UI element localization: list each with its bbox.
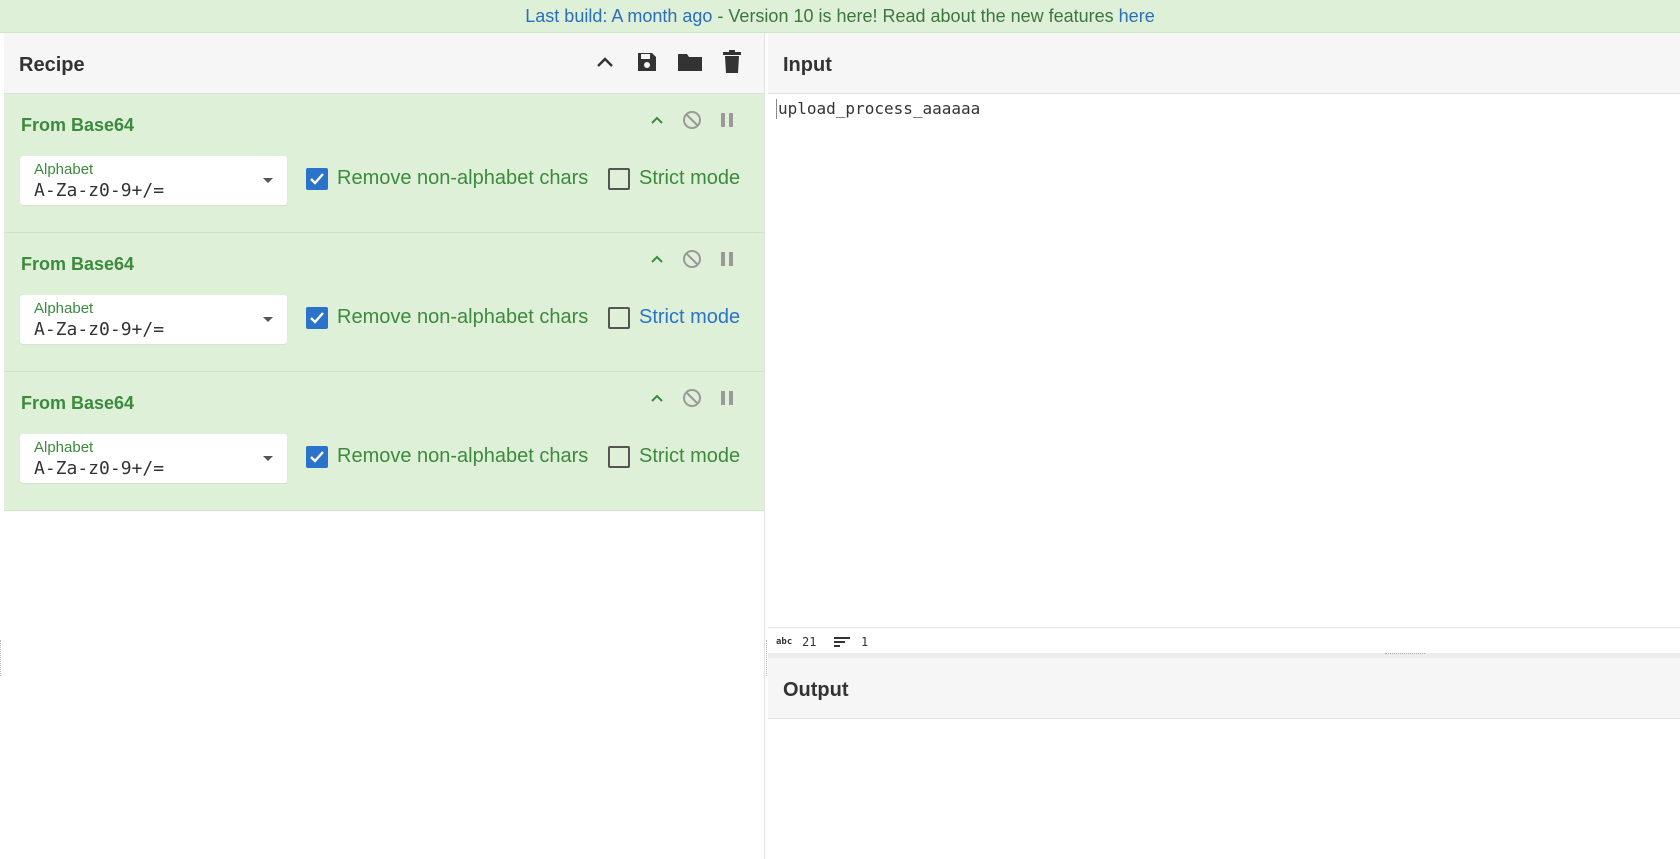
input-title: Input [783,54,832,76]
pause-icon [721,391,733,405]
disable-icon [683,250,701,268]
chevron-up-icon [651,255,663,263]
collapse-all-button[interactable] [590,47,620,77]
minimise-operation-button[interactable] [644,246,670,272]
disable-icon [683,389,701,407]
strict-mode-label[interactable]: Strict mode [639,306,740,329]
clear-recipe-button[interactable] [717,47,747,77]
alphabet-select[interactable]: Alphabet A-Za-z0-9+/= [20,434,287,483]
text-lines-icon [834,637,850,647]
strict-mode-label[interactable]: Strict mode [639,445,740,468]
folder-icon [678,54,702,71]
recipe-header: Recipe [4,33,764,94]
remove-non-alphabet-checkbox[interactable] [306,168,328,190]
save-icon [638,53,656,71]
remove-non-alphabet-label[interactable]: Remove non-alphabet chars [337,306,588,329]
check-icon [310,451,324,463]
breakpoint-button[interactable] [714,246,740,272]
output-header: Output [768,658,1680,719]
operation-title: From Base64 [21,254,135,274]
alphabet-select[interactable]: Alphabet A-Za-z0-9+/= [20,156,287,205]
operation-from-base64[interactable]: From Base64 Alphabet A-Za-z0-9+/= Remove… [4,233,764,372]
save-recipe-button[interactable] [632,47,662,77]
remove-non-alphabet-checkbox[interactable] [306,307,328,329]
input-header: Input [768,33,1680,94]
disable-operation-button[interactable] [679,385,705,411]
remove-non-alphabet-label[interactable]: Remove non-alphabet chars [337,445,588,468]
input-panel: Input upload_process_aaaaaa abc 21 1 [768,33,1680,656]
strict-mode-checkbox[interactable] [608,307,630,329]
check-icon [310,173,324,185]
output-title: Output [783,679,849,701]
chevron-up-icon [597,57,613,67]
caret-down-icon [263,456,273,461]
operation-title: From Base64 [21,393,135,413]
text-length-icon: abc [776,637,793,647]
alphabet-select[interactable]: Alphabet A-Za-z0-9+/= [20,295,287,344]
pause-icon [721,113,733,127]
alphabet-value: A-Za-z0-9+/= [34,180,165,201]
banner-text: - Version 10 is here! Read about the new… [712,6,1119,26]
strict-mode-checkbox[interactable] [608,446,630,468]
alphabet-value: A-Za-z0-9+/= [34,319,165,340]
input-status-bar: abc 21 1 [768,627,1680,656]
disable-operation-button[interactable] [679,246,705,272]
chevron-up-icon [651,116,663,124]
alphabet-label: Alphabet [34,161,94,178]
last-build-link[interactable]: Last build: A month ago [525,6,712,26]
breakpoint-button[interactable] [714,107,740,133]
remove-non-alphabet-label[interactable]: Remove non-alphabet chars [337,167,588,190]
output-panel: Output [768,658,1680,859]
alphabet-value: A-Za-z0-9+/= [34,458,165,479]
minimise-operation-button[interactable] [644,107,670,133]
minimise-operation-button[interactable] [644,385,670,411]
operation-title: From Base64 [21,115,135,135]
top-banner: Last build: A month ago - Version 10 is … [0,0,1680,33]
check-icon [310,312,324,324]
char-count: 21 [802,635,817,649]
recipe-title: Recipe [19,54,85,76]
caret-down-icon [263,317,273,322]
breakpoint-button[interactable] [714,385,740,411]
left-resize-handle[interactable] [0,640,3,676]
disable-icon [683,111,701,129]
strict-mode-checkbox[interactable] [608,168,630,190]
alphabet-label: Alphabet [34,439,94,456]
line-count: 1 [861,635,869,649]
input-textarea[interactable]: upload_process_aaaaaa [776,99,980,119]
operation-from-base64[interactable]: From Base64 Alphabet A-Za-z0-9+/= Remove… [4,94,764,233]
caret-down-icon [263,178,273,183]
strict-mode-label[interactable]: Strict mode [639,167,740,190]
load-recipe-button[interactable] [675,47,705,77]
disable-operation-button[interactable] [679,107,705,133]
remove-non-alphabet-checkbox[interactable] [306,446,328,468]
chevron-up-icon [651,394,663,402]
pause-icon [721,252,733,266]
recipe-panel: Recipe From Base64 Alphabet A-Za-z0-9+/= [4,33,765,859]
alphabet-label: Alphabet [34,300,94,317]
features-link[interactable]: here [1119,6,1155,26]
trash-icon [723,50,741,73]
operation-from-base64[interactable]: From Base64 Alphabet A-Za-z0-9+/= Remove… [4,372,764,511]
